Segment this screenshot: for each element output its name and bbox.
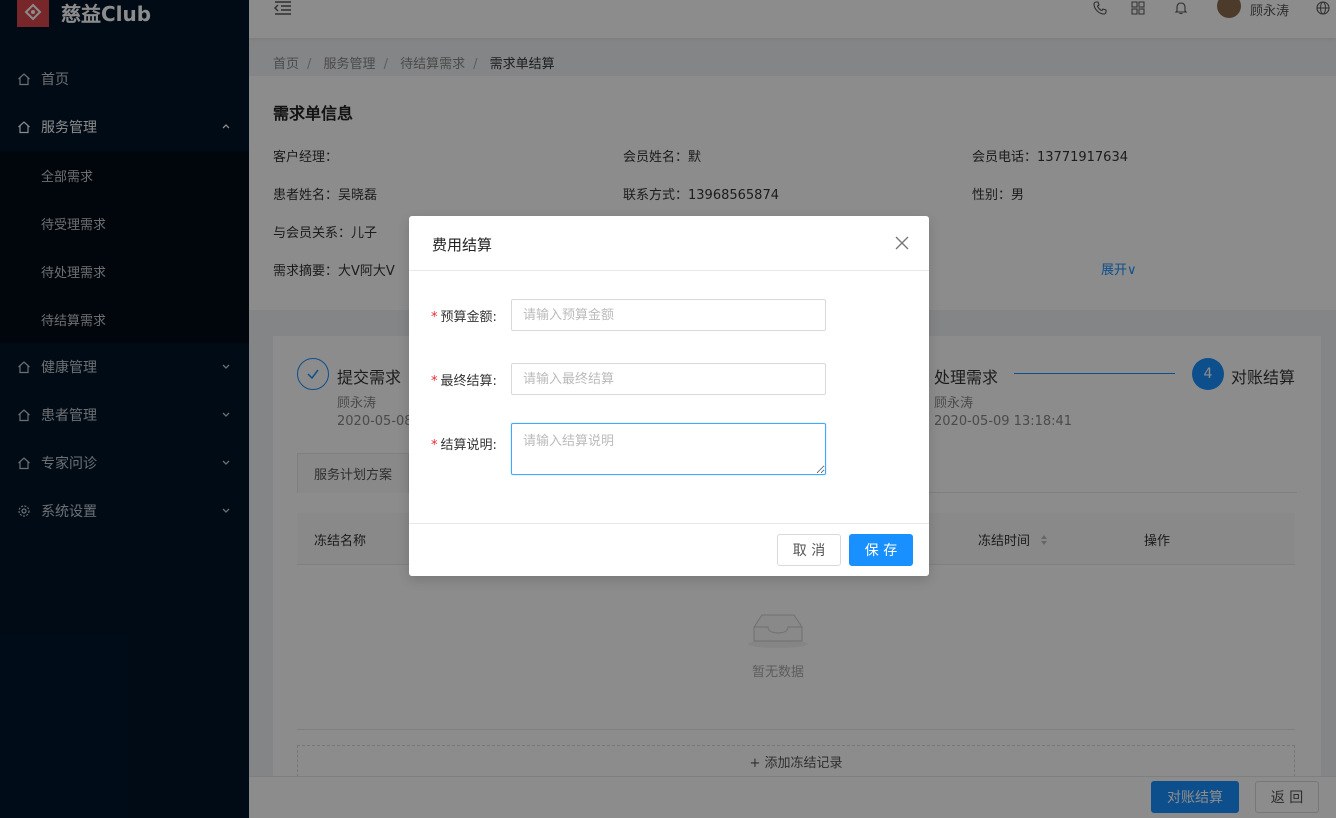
settlement-modal: 费用结算 *预算金额: *最终结算: *结算说明: 取 消 保 存 bbox=[409, 216, 929, 576]
budget-input[interactable] bbox=[511, 299, 826, 331]
final-settlement-input[interactable] bbox=[511, 363, 826, 395]
note-label-text: 结算说明: bbox=[440, 438, 497, 453]
cancel-button[interactable]: 取 消 bbox=[777, 534, 841, 566]
budget-label: * 预算金额: bbox=[431, 310, 497, 325]
budget-label-text: 预算金额: bbox=[440, 310, 497, 325]
note-label: * 结算说明: bbox=[431, 438, 497, 453]
modal-footer: 取 消 保 存 bbox=[409, 523, 929, 576]
final-label-text: 最终结算: bbox=[440, 374, 497, 389]
modal-header: 费用结算 bbox=[409, 216, 929, 271]
modal-title: 费用结算 bbox=[432, 236, 493, 254]
close-icon[interactable] bbox=[895, 236, 909, 250]
settlement-note-textarea[interactable] bbox=[511, 423, 826, 475]
final-label: * 最终结算: bbox=[431, 374, 497, 389]
save-button[interactable]: 保 存 bbox=[849, 534, 913, 566]
